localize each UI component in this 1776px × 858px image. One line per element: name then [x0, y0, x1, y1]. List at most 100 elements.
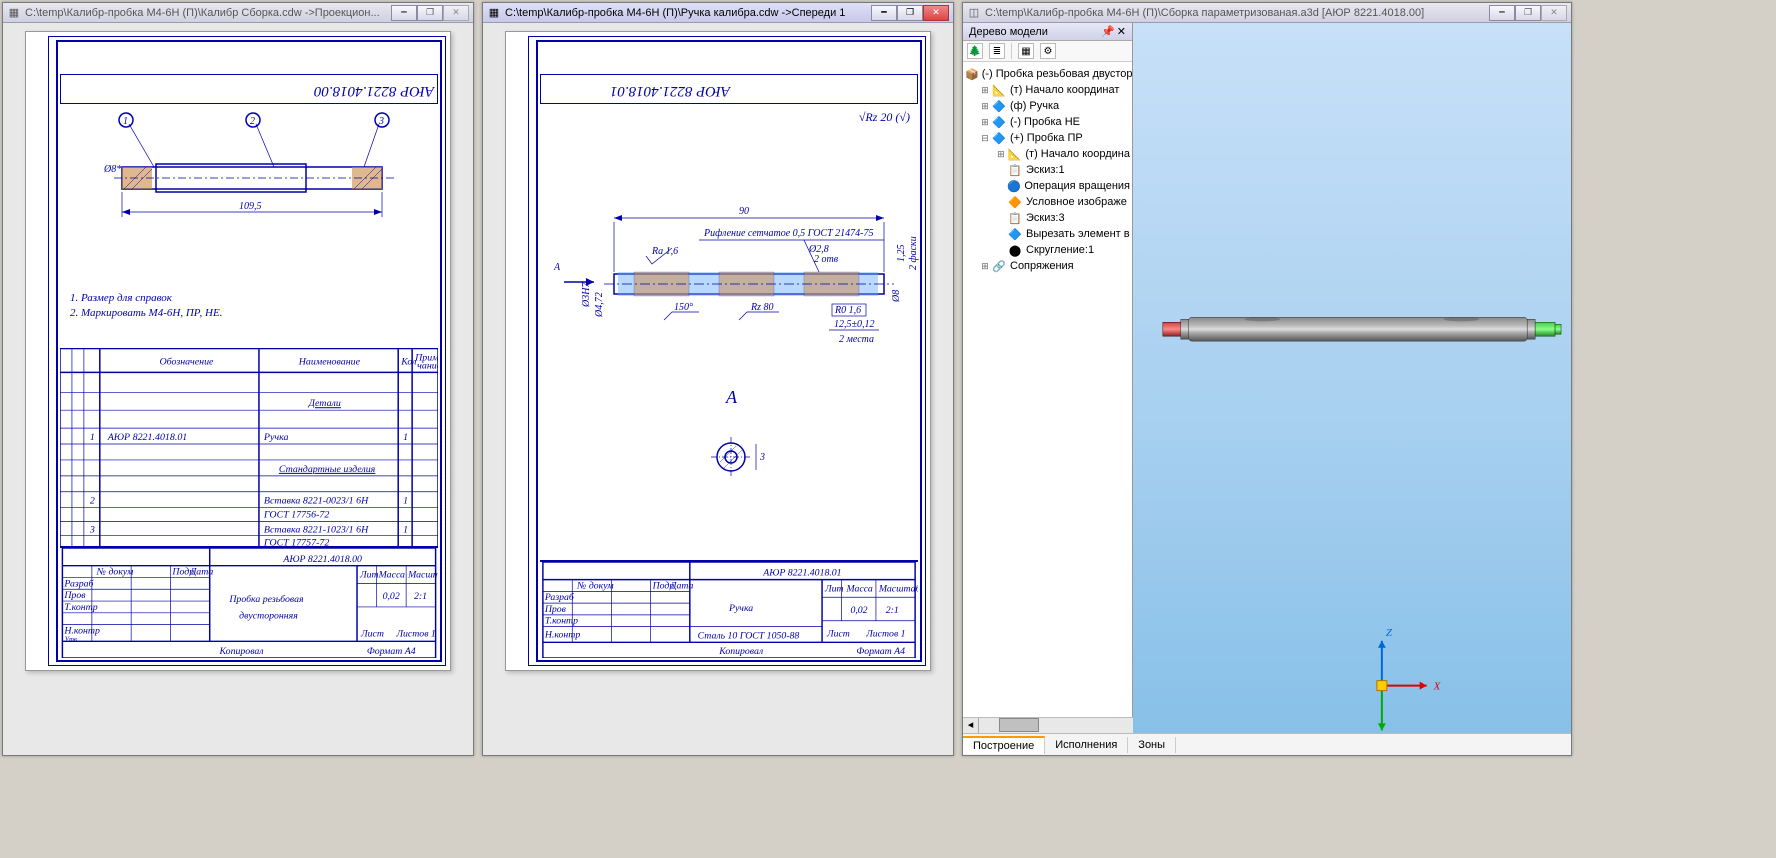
tree-item[interactable]: 🔷Вырезать элемент в: [965, 226, 1130, 242]
close-button[interactable]: ✕: [1541, 5, 1567, 21]
title-w2: C:\temp\Калибр-пробка М4-6Н (П)\Ручка ка…: [505, 7, 871, 19]
svg-text:№ докум: № докум: [96, 567, 134, 578]
min-button[interactable]: ━: [871, 5, 897, 21]
titlebar-w2[interactable]: ▦ C:\temp\Калибр-пробка М4-6Н (П)\Ручка …: [483, 3, 953, 23]
tree-item[interactable]: ⊞🔷(ф) Ручка: [965, 98, 1130, 114]
tree-node-label: Сопряжения: [1010, 260, 1074, 272]
section-label: А: [726, 387, 737, 408]
statusbar-w3: Построение Исполнения Зоны: [963, 733, 1571, 755]
expand-icon[interactable]: ⊞: [979, 117, 991, 128]
close-button[interactable]: ✕: [443, 5, 469, 21]
tree-btn-2[interactable]: ≣: [989, 43, 1005, 59]
tree-item[interactable]: 📋Эскиз:1: [965, 162, 1130, 178]
expand-icon[interactable]: ⊞: [979, 261, 991, 272]
max-button[interactable]: ❐: [1515, 5, 1541, 21]
titlebar-w1[interactable]: ▦ C:\temp\Калибр-пробка М4-6Н (П)\Калибр…: [3, 3, 473, 23]
model-3d: X Y Z: [1133, 23, 1571, 733]
tab-build[interactable]: Построение: [963, 736, 1045, 754]
svg-text:Формат А4: Формат А4: [367, 646, 416, 657]
tree-node-label: Эскиз:3: [1026, 212, 1065, 224]
svg-text:Ручка: Ручка: [263, 432, 289, 443]
tree-item[interactable]: 📦(-) Пробка резьбовая двустор: [965, 66, 1130, 82]
tree-item[interactable]: 📋Эскиз:3: [965, 210, 1130, 226]
tree-btn-3[interactable]: ▦: [1018, 43, 1034, 59]
svg-text:Рифление сетчатое 0,5 ГОСТ 214: Рифление сетчатое 0,5 ГОСТ 21474-75: [703, 228, 874, 239]
tree-item[interactable]: ⊞🔗Сопряжения: [965, 258, 1130, 274]
tree-item[interactable]: ⊞📐(т) Начало координат: [965, 82, 1130, 98]
svg-text:Утв: Утв: [64, 636, 77, 643]
svg-text:2 фаски: 2 фаски: [908, 236, 919, 270]
tree-item[interactable]: ⬤Скругление:1: [965, 242, 1130, 258]
svg-text:Ra 1,6: Ra 1,6: [651, 246, 678, 257]
tree-item[interactable]: ⊞🔷(-) Пробка НЕ: [965, 114, 1130, 130]
section-view: 3: [706, 432, 786, 492]
svg-text:Пров: Пров: [544, 604, 567, 615]
viewport-3d[interactable]: X Y Z: [1133, 23, 1571, 733]
min-button[interactable]: ━: [391, 5, 417, 21]
expand-icon[interactable]: ⊟: [979, 133, 991, 144]
svg-text:Разраб: Разраб: [544, 592, 575, 603]
titlebar-w3[interactable]: ◫ C:\temp\Калибр-пробка М4-6Н (П)\Сборка…: [963, 3, 1571, 23]
tree-node-label: (+) Пробка ПР: [1010, 132, 1083, 144]
svg-text:Вставка 8221-1023/1 6Н: Вставка 8221-1023/1 6Н: [264, 525, 369, 536]
tab-exec[interactable]: Исполнения: [1045, 737, 1128, 753]
part-main-view: А 90 Рифление сетчатое 0,5 ГОСТ 21474-75: [544, 192, 924, 372]
svg-text:двусторонняя: двусторонняя: [239, 611, 298, 622]
titleblock-w2: АЮР 8221.4018.01 № докумПодпДата Разраб …: [540, 560, 918, 658]
tree-hscroll[interactable]: ◂: [963, 717, 1133, 733]
svg-text:Лист: Лист: [360, 628, 384, 639]
tree-node-label: (т) Начало координа: [1025, 148, 1130, 160]
pin-icon[interactable]: 📌: [1101, 25, 1115, 38]
svg-text:Ø3H7: Ø3H7: [581, 282, 592, 308]
min-button[interactable]: ━: [1489, 5, 1515, 21]
tree-node-icon: 🔷: [991, 99, 1007, 113]
expand-icon[interactable]: ⊞: [979, 85, 991, 96]
svg-text:Т.контр: Т.контр: [545, 616, 578, 627]
tree-header[interactable]: Дерево модели 📌 ✕: [963, 23, 1132, 41]
tree-item[interactable]: 🔶Условное изображе: [965, 194, 1130, 210]
doc-area-w1[interactable]: АЮР 8221.4018.00 1 2 3: [3, 23, 473, 755]
svg-text:1: 1: [403, 496, 408, 507]
svg-text:3: 3: [378, 116, 384, 127]
tree-btn-4[interactable]: ⚙: [1040, 43, 1056, 59]
svg-text:Стандартные изделия: Стандартные изделия: [279, 464, 376, 475]
tree-node-label: Вырезать элемент в: [1026, 228, 1130, 240]
tree-btn-1[interactable]: 🌲: [967, 43, 983, 59]
tree-node-icon: 📐: [991, 83, 1007, 97]
svg-text:0,02: 0,02: [850, 605, 867, 616]
svg-text:Пров: Пров: [63, 590, 86, 601]
svg-text:Н.контр: Н.контр: [63, 625, 100, 636]
expand-icon[interactable]: ⊞: [979, 101, 991, 112]
tree-node-icon: 📋: [1007, 163, 1023, 177]
note1: 1. Размер для справок: [70, 292, 172, 304]
close-panel-icon[interactable]: ✕: [1117, 25, 1126, 38]
tree-item[interactable]: ⊟🔷(+) Пробка ПР: [965, 130, 1130, 146]
svg-text:2:1: 2:1: [414, 591, 427, 602]
close-button[interactable]: ✕: [923, 5, 949, 21]
svg-text:А: А: [553, 262, 561, 273]
svg-text:Копировал: Копировал: [718, 646, 763, 657]
svg-text:Масса: Масса: [378, 569, 405, 580]
max-button[interactable]: ❐: [417, 5, 443, 21]
expand-icon[interactable]: ⊞: [995, 149, 1007, 160]
max-button[interactable]: ❐: [897, 5, 923, 21]
tree-item[interactable]: ⊞📐(т) Начало координа: [965, 146, 1130, 162]
tree-body[interactable]: 📦(-) Пробка резьбовая двустор⊞📐(т) Начал…: [963, 62, 1132, 728]
svg-text:Масса: Масса: [846, 583, 873, 594]
svg-text:чание: чание: [417, 360, 438, 371]
svg-text:Ø8: Ø8: [891, 290, 902, 303]
tab-zones[interactable]: Зоны: [1128, 737, 1176, 753]
svg-text:Лит: Лит: [359, 569, 379, 580]
tree-item[interactable]: 🔵Операция вращения: [965, 178, 1130, 194]
svg-text:2 места: 2 места: [839, 334, 874, 345]
svg-text:0,02: 0,02: [383, 591, 400, 602]
doc-area-w2[interactable]: АЮР 8221.4018.01 √Rz 20 (√) А: [483, 23, 953, 755]
svg-text:Масштаб: Масштаб: [407, 569, 438, 580]
window-drawing-assembly: ▦ C:\temp\Калибр-пробка М4-6Н (П)\Калибр…: [2, 2, 474, 756]
svg-text:Лит: Лит: [824, 583, 844, 594]
window-3d-assembly: ◫ C:\temp\Калибр-пробка М4-6Н (П)\Сборка…: [962, 2, 1572, 756]
sheet-w1: АЮР 8221.4018.00 1 2 3: [25, 31, 451, 671]
svg-text:Ø8*: Ø8*: [103, 164, 121, 175]
tree-node-label: Условное изображе: [1026, 196, 1127, 208]
svg-text:12,5±0,12: 12,5±0,12: [834, 319, 875, 330]
